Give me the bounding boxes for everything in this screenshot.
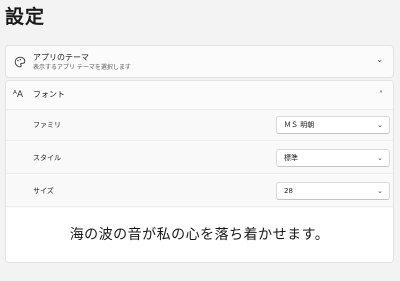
font-family-value: ＭＳ 明朝 (284, 121, 315, 129)
page-title: 設定 (5, 6, 46, 28)
font-size-dropdown[interactable]: 28 ⌄ (276, 182, 390, 200)
app-theme-subtitle: 表示するアプリ テーマを選択します (33, 64, 131, 71)
font-preview-text: 海の波の音が私の心を落ち着かせます。 (69, 227, 330, 243)
font-section-header[interactable]: ᴬA フォント ˄ (6, 81, 393, 110)
chevron-up-icon: ˄ (379, 90, 383, 99)
chevron-down-icon: ⌄ (377, 121, 383, 129)
chevron-down-icon: ⌄ (377, 187, 383, 195)
chevron-down-icon: ⌄ (376, 55, 383, 64)
font-size-label: サイズ (33, 187, 54, 195)
font-preview-area: 海の波の音が私の心を落ち着かせます。 (6, 208, 393, 262)
font-style-row: スタイル 標準 ⌄ (6, 143, 393, 174)
font-family-dropdown[interactable]: ＭＳ 明朝 ⌄ (276, 116, 390, 134)
palette-icon (14, 56, 26, 71)
font-family-row: ファミリ ＭＳ 明朝 ⌄ (6, 110, 393, 141)
font-size-value: 28 (284, 187, 293, 195)
font-card: ᴬA フォント ˄ ファミリ ＭＳ 明朝 ⌄ スタイル 標準 ⌄ サイズ 28 … (5, 80, 394, 263)
font-style-value: 標準 (284, 154, 298, 162)
app-theme-title: アプリのテーマ (33, 53, 89, 62)
chevron-down-icon: ⌄ (377, 154, 383, 162)
font-family-label: ファミリ (33, 121, 61, 129)
font-size-icon: ᴬA (13, 90, 24, 100)
font-style-dropdown[interactable]: 標準 ⌄ (276, 149, 390, 167)
font-section-title: フォント (33, 90, 65, 99)
font-style-label: スタイル (33, 154, 61, 162)
app-theme-card[interactable]: アプリのテーマ 表示するアプリ テーマを選択します ⌄ (5, 45, 394, 78)
font-size-row: サイズ 28 ⌄ (6, 176, 393, 207)
